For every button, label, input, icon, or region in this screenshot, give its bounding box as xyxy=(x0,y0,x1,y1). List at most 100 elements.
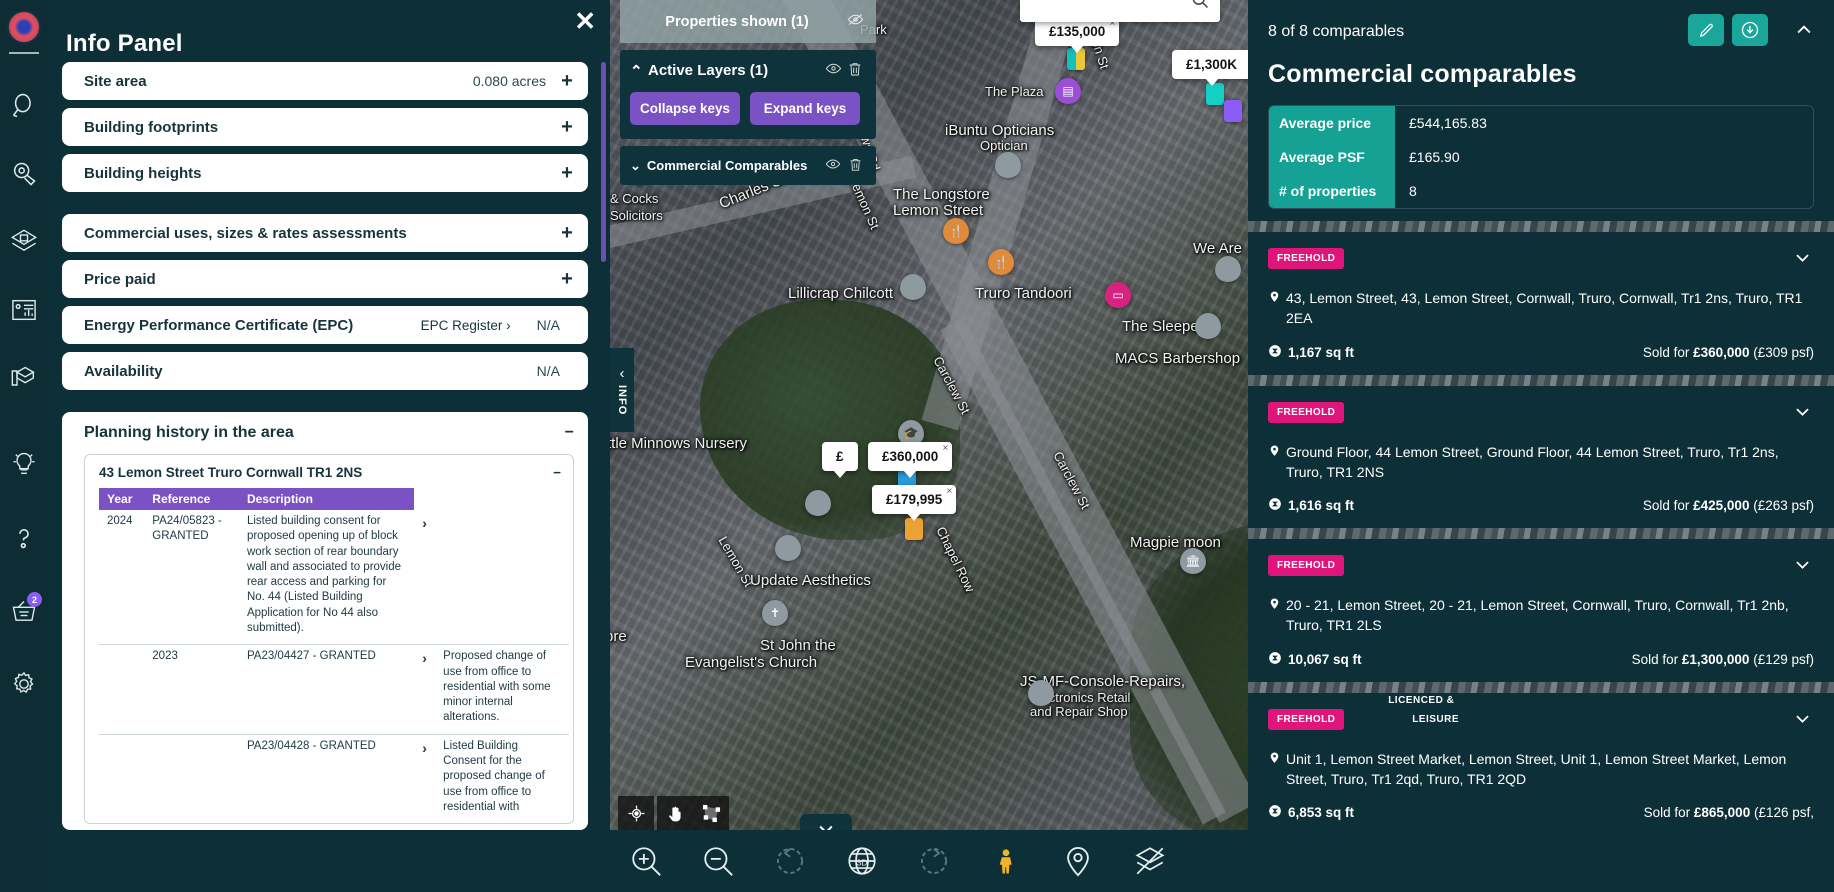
info-row-availability[interactable]: Availability N/A xyxy=(62,352,588,390)
active-layers-header[interactable]: ⌃ Active Layers (1) xyxy=(630,60,866,81)
comparable-size-row: 6,853 sq ft xyxy=(1268,804,1644,821)
info-row-building-heights[interactable]: Building heights + xyxy=(62,154,588,192)
planning-history-header[interactable]: Planning history in the area − xyxy=(84,424,574,442)
poi-marker[interactable] xyxy=(1028,680,1054,706)
property-marker-teal[interactable] xyxy=(1206,83,1224,105)
close-icon[interactable]: × xyxy=(946,486,952,497)
poi-marker[interactable] xyxy=(1195,313,1221,339)
pencil-icon[interactable] xyxy=(1688,14,1724,46)
info-row-building-footprints[interactable]: Building footprints + xyxy=(62,108,588,146)
poi-marker[interactable] xyxy=(900,274,926,300)
info-row-price-paid[interactable]: Price paid + xyxy=(62,260,588,298)
chevron-up-icon[interactable]: ⌃ xyxy=(630,62,648,80)
chevron-down-icon[interactable] xyxy=(1793,402,1812,426)
comparables-header: 8 of 8 comparables xyxy=(1248,0,1834,46)
poi-marker[interactable] xyxy=(995,152,1021,178)
poi-marker-entertainment[interactable]: ▤ xyxy=(1055,78,1081,104)
poi-marker-restaurant[interactable]: 🍴 xyxy=(988,249,1014,275)
map-search-box[interactable] xyxy=(1020,0,1220,22)
chevron-down-icon[interactable]: ⌄ xyxy=(630,158,641,174)
search-icon[interactable] xyxy=(1190,0,1210,10)
planning-property-header[interactable]: 43 Lemon Street Truro Cornwall TR1 2NS − xyxy=(85,465,573,488)
chevron-down-icon[interactable] xyxy=(1793,709,1812,733)
eye-icon[interactable] xyxy=(822,156,844,175)
comparable-card[interactable]: FREEHOLD 20 - 21, Lemon Street, 20 - 21, … xyxy=(1248,539,1834,680)
info-row-commercial-uses[interactable]: Commercial uses, sizes & rates assessmen… xyxy=(62,214,588,252)
model-icon[interactable] xyxy=(2,356,46,400)
rotate-left-icon[interactable] xyxy=(770,841,810,881)
table-row[interactable]: 2024 PA24/05823 - GRANTED Listed buildin… xyxy=(99,510,569,645)
report-icon[interactable] xyxy=(2,288,46,332)
info-row-value: N/A xyxy=(536,317,560,333)
help-icon[interactable] xyxy=(2,516,46,560)
zoom-in-icon[interactable] xyxy=(626,841,666,881)
expand-icon[interactable]: + xyxy=(560,116,574,139)
expand-icon[interactable]: + xyxy=(560,70,574,93)
hand-icon[interactable] xyxy=(657,796,693,830)
chevron-right-icon[interactable]: › xyxy=(414,510,435,645)
3d-globe-icon[interactable]: 3D xyxy=(842,841,882,881)
trash-icon[interactable] xyxy=(844,61,866,81)
info-tab[interactable]: ‹ INFO xyxy=(610,348,634,432)
polygon-select-icon[interactable] xyxy=(693,796,729,830)
insights-icon[interactable] xyxy=(2,442,46,486)
epc-register-link[interactable]: EPC Register › xyxy=(421,318,511,333)
comparable-card[interactable]: FREEHOLD Ground Floor, 44 Lemon Street, G… xyxy=(1248,386,1834,527)
property-marker-purple[interactable] xyxy=(1224,100,1242,122)
rotate-right-icon[interactable] xyxy=(914,841,954,881)
comparable-card[interactable]: FREEHOLD LICENCED & LEISURE Unit 1, Lemon S… xyxy=(1248,693,1834,834)
price-tag[interactable]: £1,300K xyxy=(1172,50,1252,86)
street-view-pegman-icon[interactable] xyxy=(986,841,1026,881)
close-icon[interactable]: × xyxy=(942,443,948,454)
collapse-icon[interactable]: − xyxy=(565,424,574,442)
basket-icon[interactable]: 2 xyxy=(2,590,46,634)
panel-collapse-chevron-up-icon[interactable] xyxy=(1778,14,1814,45)
close-icon[interactable]: ✕ xyxy=(574,8,596,34)
eye-off-icon[interactable] xyxy=(844,11,866,32)
comparable-card[interactable]: FREEHOLD 43, Lemon Street, 43, Lemon Stre… xyxy=(1248,232,1834,373)
chevron-right-icon[interactable]: › xyxy=(413,733,436,824)
use-class-line: LICENCED & xyxy=(1388,694,1455,706)
info-row-site-area[interactable]: Site area 0.080 acres + xyxy=(62,62,588,100)
poi-marker-museum[interactable]: 🏛 xyxy=(1180,548,1206,574)
price-tag[interactable]: £179,995 × xyxy=(872,485,957,521)
poi-marker-restaurant[interactable]: 🍴 xyxy=(943,218,969,244)
layer-label: Commercial Comparables xyxy=(646,158,808,173)
zoom-out-icon[interactable] xyxy=(698,841,738,881)
price-tag[interactable]: £ xyxy=(822,442,858,478)
settings-icon[interactable] xyxy=(2,662,46,706)
chevron-right-icon[interactable]: › xyxy=(413,644,436,735)
trash-icon[interactable] xyxy=(844,157,866,175)
table-row[interactable]: PA23/04428 - GRANTED › Listed Building C… xyxy=(99,733,569,824)
poi-marker-hotel[interactable]: ▭ xyxy=(1105,282,1131,308)
eye-icon[interactable] xyxy=(822,60,844,81)
collapse-icon[interactable]: − xyxy=(553,465,561,480)
expand-keys-button[interactable]: Expand keys xyxy=(750,92,860,125)
crosshair-icon[interactable] xyxy=(618,796,654,830)
download-icon[interactable] xyxy=(1732,14,1768,46)
expand-icon[interactable]: + xyxy=(560,162,574,185)
table-row[interactable]: 2023 PA23/04427 - GRANTED › Proposed cha… xyxy=(99,644,569,735)
poi-marker[interactable] xyxy=(1215,256,1241,282)
poi-marker-church[interactable]: ✝ xyxy=(762,600,788,626)
collapse-keys-button[interactable]: Collapse keys xyxy=(630,92,740,125)
layers-off-icon[interactable] xyxy=(1130,841,1170,881)
property-marker-orange[interactable] xyxy=(905,518,923,540)
chevron-down-icon[interactable] xyxy=(1793,555,1812,579)
price-tag[interactable]: £360,000 × xyxy=(868,442,953,478)
layers-3d-icon[interactable] xyxy=(2,220,46,264)
location-pin-icon[interactable] xyxy=(1058,841,1098,881)
comparable-address: 20 - 21, Lemon Street, 20 - 21, Lemon St… xyxy=(1286,597,1789,634)
poi-marker[interactable] xyxy=(805,490,831,516)
layer-commercial-comparables[interactable]: ⌄ Commercial Comparables xyxy=(620,146,876,185)
expand-icon[interactable]: + xyxy=(560,222,574,245)
search-icon[interactable] xyxy=(2,84,46,128)
chevron-down-icon[interactable] xyxy=(1793,248,1812,272)
app-logo[interactable] xyxy=(7,10,41,44)
measure-icon[interactable] xyxy=(2,152,46,196)
info-row-epc[interactable]: Energy Performance Certificate (EPC) EPC… xyxy=(62,306,588,344)
chevron-left-icon[interactable]: ‹ xyxy=(620,365,625,382)
sold-prefix: Sold for xyxy=(1642,344,1694,360)
expand-icon[interactable]: + xyxy=(560,268,574,291)
poi-marker[interactable] xyxy=(775,535,801,561)
